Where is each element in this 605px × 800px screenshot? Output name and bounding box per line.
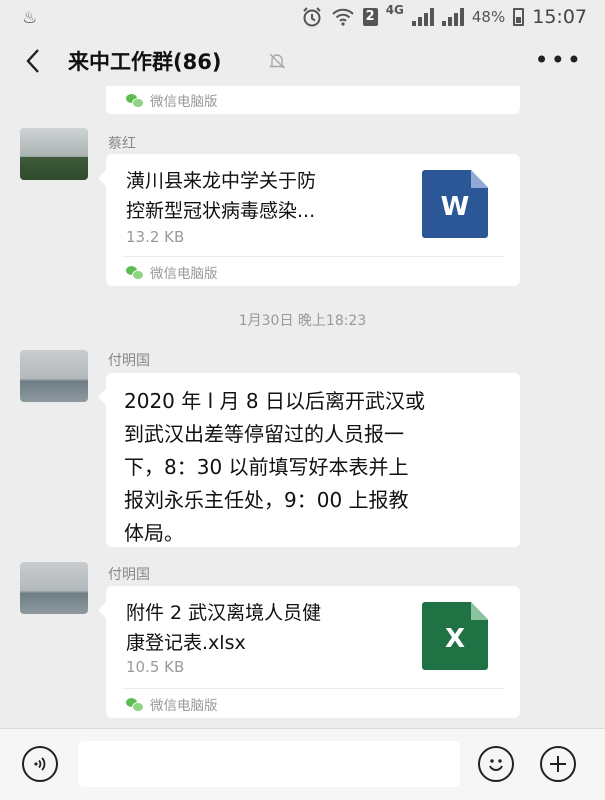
- file-name-line: 控新型冠状病毒感染...: [126, 200, 316, 222]
- message-line: 2020 年 l 月 8 日以后离开武汉或: [124, 389, 425, 413]
- avatar[interactable]: [20, 350, 88, 402]
- clock: 15:07: [532, 6, 587, 28]
- message-input[interactable]: [78, 741, 460, 787]
- emoji-icon: [489, 759, 503, 771]
- source-label: 微信电脑版: [150, 94, 218, 110]
- file-size: 13.2 KB: [126, 228, 185, 246]
- battery-percent: 48%: [471, 8, 506, 26]
- word-file-icon: W: [422, 170, 488, 238]
- message-line: 报刘永乐主任处，9：00 上报教: [124, 488, 409, 512]
- file-name-line: 潢川县来龙中学关于防: [126, 170, 317, 192]
- message-source: 微信电脑版: [126, 694, 218, 714]
- file-size: 10.5 KB: [126, 658, 185, 676]
- mute-icon: [268, 53, 286, 69]
- network-type: 4G: [385, 3, 404, 17]
- page-title: 来中工作群(86): [68, 50, 222, 74]
- message-line: 到武汉出差等停留过的人员报一: [124, 422, 404, 446]
- file-message[interactable]: 附件 2 武汉离境人员健 康登记表.xlsx 10.5 KB X 微信电脑版: [98, 586, 520, 718]
- file-name-line: 康登记表.xlsx: [126, 632, 246, 654]
- wifi-icon: [331, 8, 354, 26]
- back-icon: [26, 49, 39, 73]
- file-name: 潢川县来龙中学关于防 控新型冠状病毒感染...: [126, 166, 316, 226]
- more-button[interactable]: •••: [535, 46, 583, 74]
- plus-icon: [550, 756, 566, 772]
- chat-header: 来中工作群(86) •••: [0, 36, 605, 86]
- wechat-pc-icon: [126, 265, 144, 280]
- text-message[interactable]: 2020 年 l 月 8 日以后离开武汉或 到武汉出差等停留过的人员报一 下，8…: [98, 373, 520, 550]
- alarm-icon: [302, 7, 321, 27]
- source-label: 微信电脑版: [150, 266, 218, 282]
- sender-name: 蔡红: [108, 136, 136, 152]
- emoji-button[interactable]: [478, 746, 514, 782]
- plus-button[interactable]: [540, 746, 576, 782]
- voice-button[interactable]: [22, 746, 58, 782]
- message-source: 微信电脑版: [126, 262, 218, 282]
- file-name-line: 附件 2 武汉离境人员健: [126, 602, 322, 624]
- sender-name: 付明国: [108, 567, 150, 583]
- source-label: 微信电脑版: [150, 698, 218, 714]
- sim-badge: 2: [362, 8, 378, 26]
- divider: [122, 256, 504, 257]
- avatar[interactable]: [20, 128, 88, 180]
- message-line: 下，8：30 以前填写好本表并上: [124, 455, 409, 479]
- divider: [122, 688, 504, 689]
- more-icon: •••: [534, 46, 583, 74]
- status-bar: ♨ 2 4G 48% 15:07: [0, 0, 605, 36]
- back-button[interactable]: [18, 45, 48, 77]
- timestamp: 1月30日 晚上18:23: [238, 313, 367, 329]
- message-text: 2020 年 l 月 8 日以后离开武汉或 到武汉出差等停留过的人员报一 下，8…: [124, 385, 425, 550]
- notification-icon: ♨: [22, 8, 38, 28]
- battery-icon: [513, 8, 525, 26]
- file-name: 附件 2 武汉离境人员健 康登记表.xlsx: [126, 598, 321, 658]
- excel-file-icon: X: [422, 602, 488, 670]
- message-line: 体局。: [124, 521, 184, 545]
- avatar[interactable]: [20, 562, 88, 614]
- message-source: 微信电脑版: [126, 90, 218, 110]
- signal-icon: [411, 8, 434, 26]
- file-message-partial[interactable]: 微信电脑版: [106, 86, 520, 114]
- signal-icon-2: [441, 8, 464, 26]
- wechat-pc-icon: [126, 697, 144, 712]
- file-message[interactable]: 潢川县来龙中学关于防 控新型冠状病毒感染... 13.2 KB W 微信电脑版: [98, 154, 520, 286]
- input-bar: [0, 728, 605, 800]
- chat-messages[interactable]: 微信电脑版 蔡红 潢川县来龙中学关于防 控新型冠状病毒感染... 13.2 KB…: [0, 86, 605, 728]
- wechat-pc-icon: [126, 93, 144, 108]
- status-indicators: 2 4G 48% 15:07: [301, 3, 587, 30]
- sender-name: 付明国: [108, 353, 150, 369]
- voice-icon: [34, 757, 46, 771]
